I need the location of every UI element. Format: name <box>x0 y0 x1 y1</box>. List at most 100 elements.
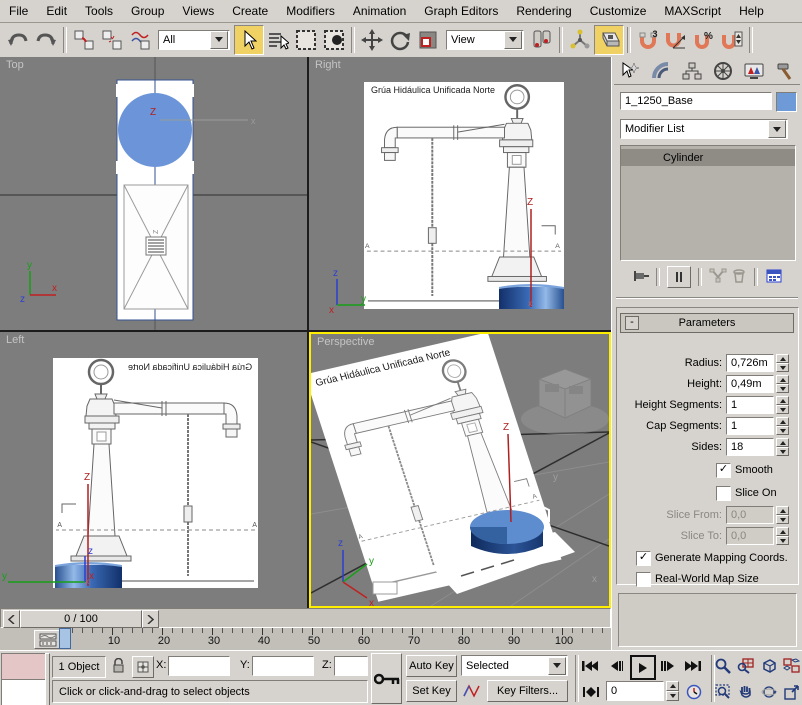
tab-motion[interactable] <box>707 58 738 83</box>
key-filters-button[interactable]: Key Filters... <box>487 680 568 702</box>
selection-lock-toggle[interactable] <box>108 656 128 676</box>
macro-recorder-pane[interactable] <box>1 653 46 681</box>
unlink-selection-button[interactable] <box>98 26 126 54</box>
spinner-snap-toggle-button[interactable] <box>718 26 746 54</box>
menu-rendering[interactable]: Rendering <box>507 1 580 21</box>
object-color-swatch[interactable] <box>776 92 797 112</box>
height-segments-field[interactable]: 1 <box>726 396 774 414</box>
real-world-map-size-checkbox[interactable] <box>636 572 651 587</box>
auto-key-button[interactable]: Auto Key <box>406 655 457 677</box>
zoom-extents-button[interactable] <box>758 655 779 677</box>
select-and-move-button[interactable] <box>358 26 386 54</box>
current-frame-field[interactable]: 0 <box>606 681 664 701</box>
parameters-rollout-header[interactable]: - Parameters <box>620 313 794 333</box>
menu-views[interactable]: Views <box>173 1 223 21</box>
dropdown-arrow-icon[interactable] <box>210 31 228 49</box>
sides-field[interactable]: 18 <box>726 438 774 456</box>
modifier-stack[interactable]: Cylinder <box>620 145 796 261</box>
tab-utilities[interactable] <box>769 58 800 83</box>
select-and-link-button[interactable] <box>70 26 98 54</box>
x-coordinate-field[interactable] <box>168 656 230 676</box>
keyboard-shortcut-override-toggle[interactable] <box>594 25 624 55</box>
current-frame-marker[interactable] <box>59 628 71 649</box>
track-bar[interactable]: 0102030405060708090100 <box>0 628 611 651</box>
arc-rotate-button[interactable] <box>758 681 779 703</box>
rollout-collapse-button[interactable]: - <box>625 316 639 330</box>
zoom-region-button[interactable] <box>712 681 733 703</box>
modifier-stack-item-cylinder[interactable]: Cylinder <box>621 149 795 166</box>
rectangular-selection-region-button[interactable] <box>292 26 320 54</box>
tab-modify[interactable] <box>645 58 676 83</box>
snaps-toggle-button[interactable]: 3 <box>634 26 662 54</box>
key-mode-toggle-button[interactable] <box>580 682 602 702</box>
key-filter-scope-dropdown[interactable]: Selected <box>461 655 568 676</box>
undo-button[interactable] <box>4 26 32 54</box>
default-in-out-tangents-button[interactable] <box>461 680 483 702</box>
listener-splitter[interactable] <box>45 653 50 705</box>
generate-mapping-coords-checkbox[interactable]: ✓ <box>636 551 651 566</box>
modifier-list-dropdown[interactable]: Modifier List <box>620 119 788 139</box>
menu-modifiers[interactable]: Modifiers <box>277 1 344 21</box>
pan-view-button[interactable] <box>735 681 756 703</box>
maximize-viewport-toggle-button[interactable] <box>781 681 802 703</box>
viewport-right-label[interactable]: Right <box>315 59 341 71</box>
dropdown-arrow-icon[interactable] <box>504 31 522 49</box>
zoom-all-button[interactable] <box>735 655 756 677</box>
play-animation-button[interactable] <box>630 655 656 680</box>
menu-maxscript[interactable]: MAXScript <box>655 1 730 21</box>
menu-file[interactable]: File <box>0 1 37 21</box>
time-slider-handle[interactable]: 0 / 100 <box>20 610 142 628</box>
zoom-button[interactable] <box>712 655 733 677</box>
radius-spinner[interactable] <box>776 354 789 372</box>
go-to-end-button[interactable] <box>681 656 705 676</box>
select-and-manipulate-button[interactable] <box>566 26 594 54</box>
select-and-rotate-button[interactable] <box>386 26 414 54</box>
dropdown-arrow-icon[interactable] <box>768 120 786 138</box>
menu-group[interactable]: Group <box>122 1 173 21</box>
configure-modifier-sets-button[interactable] <box>765 268 783 287</box>
viewport-right[interactable]: Right Z x z y x Grúa Hidáulica Unificada… <box>309 57 611 330</box>
tab-display[interactable] <box>738 58 769 83</box>
object-name-field[interactable]: 1_1250_Base <box>620 92 772 110</box>
menu-customize[interactable]: Customize <box>581 1 656 21</box>
height-spinner[interactable] <box>776 375 789 393</box>
menu-tools[interactable]: Tools <box>76 1 122 21</box>
remove-modifier-button[interactable] <box>731 268 747 287</box>
maxscript-mini-listener[interactable] <box>1 679 46 705</box>
tab-hierarchy[interactable] <box>676 58 707 83</box>
viewport-perspective-label[interactable]: Perspective <box>317 336 374 348</box>
angle-snap-toggle-button[interactable] <box>662 26 690 54</box>
bind-to-spacewarp-button[interactable] <box>126 26 154 54</box>
next-frame-button[interactable] <box>656 656 678 676</box>
height-field[interactable]: 0,49m <box>726 375 774 393</box>
use-pivot-point-center-button[interactable] <box>528 26 556 54</box>
set-key-button[interactable]: Set Key <box>406 680 457 702</box>
viewport-top-label[interactable]: Top <box>6 59 24 71</box>
dropdown-arrow-icon[interactable] <box>548 657 566 675</box>
open-mini-curve-editor-button[interactable] <box>34 630 62 649</box>
selection-filter-dropdown[interactable]: All <box>158 30 230 50</box>
viewport-perspective[interactable]: y x Grúa Hidáulica Unificada Norte <box>309 332 611 608</box>
smooth-checkbox[interactable]: ✓ <box>716 463 731 478</box>
show-end-result-button[interactable] <box>667 266 691 288</box>
menu-animation[interactable]: Animation <box>344 1 415 21</box>
select-and-scale-button[interactable] <box>414 26 442 54</box>
z-coordinate-field[interactable] <box>334 656 368 676</box>
cap-segments-field[interactable]: 1 <box>726 417 774 435</box>
viewport-left-label[interactable]: Left <box>6 334 24 346</box>
percent-snap-toggle-button[interactable]: % <box>690 26 718 54</box>
menu-help[interactable]: Help <box>730 1 773 21</box>
tab-create[interactable] <box>614 58 645 83</box>
time-slider-next-button[interactable] <box>142 610 159 628</box>
menu-graph-editors[interactable]: Graph Editors <box>415 1 507 21</box>
time-configuration-button[interactable] <box>684 682 704 702</box>
make-unique-button[interactable] <box>709 268 727 287</box>
pin-stack-button[interactable] <box>631 268 649 287</box>
absolute-offset-mode-toggle[interactable] <box>132 656 154 678</box>
previous-frame-button[interactable] <box>605 656 627 676</box>
menu-create[interactable]: Create <box>223 1 277 21</box>
go-to-start-button[interactable] <box>578 656 602 676</box>
select-by-name-button[interactable] <box>264 26 292 54</box>
redo-button[interactable] <box>32 26 60 54</box>
viewport-left[interactable]: Left Z x z y x Grúa Hidáulica Unificada … <box>0 332 307 608</box>
